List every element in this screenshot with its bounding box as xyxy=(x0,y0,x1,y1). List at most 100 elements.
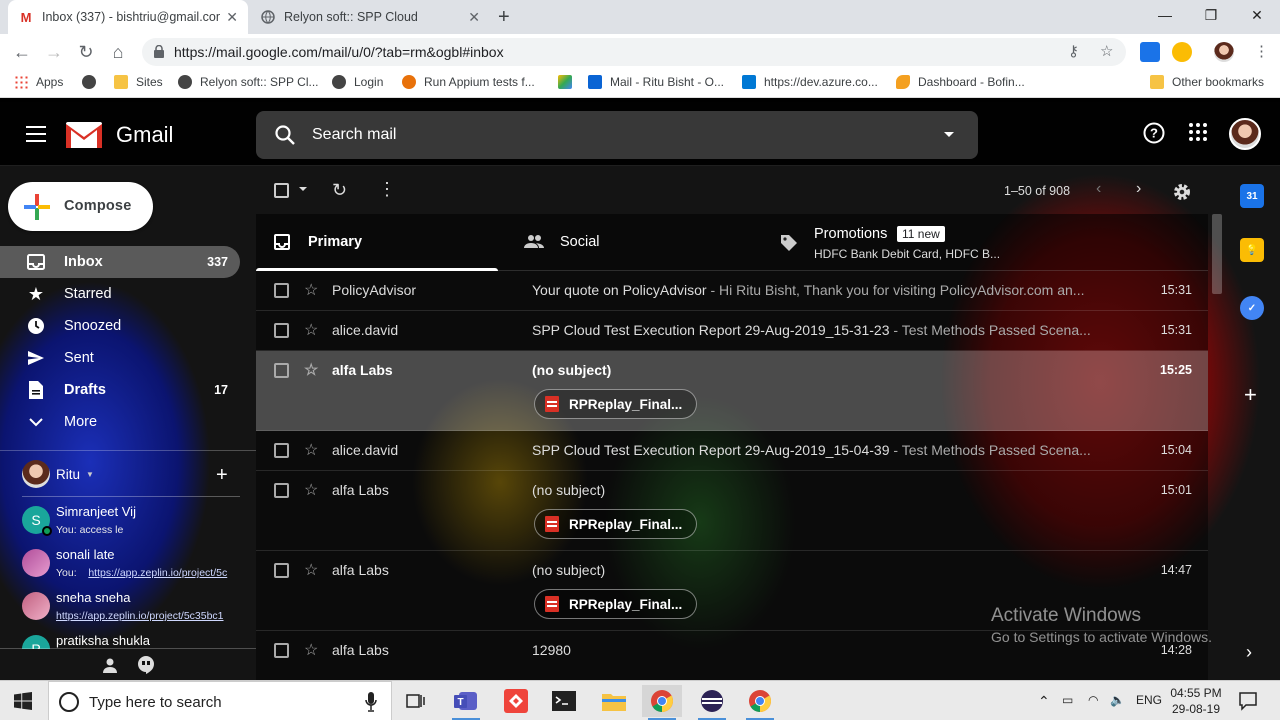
chrome-app-icon[interactable] xyxy=(642,685,682,720)
search-input[interactable] xyxy=(312,123,912,147)
address-bar[interactable]: https://mail.google.com/mail/u/0/?tab=rm… xyxy=(142,38,1126,66)
show-side-panel-icon[interactable]: › xyxy=(1246,642,1252,663)
star-icon[interactable]: ☆ xyxy=(304,560,318,580)
bookmark-globe[interactable] xyxy=(82,75,104,89)
forward-icon[interactable]: → xyxy=(42,40,66,64)
star-icon[interactable]: ☆ xyxy=(304,320,318,340)
add-addon-icon[interactable]: + xyxy=(1244,382,1257,408)
taskbar-search-input[interactable] xyxy=(89,692,359,712)
email-row[interactable]: ☆ alice.david SPP Cloud Test Execution R… xyxy=(256,431,1208,471)
star-icon[interactable]: ☆ xyxy=(304,640,318,660)
taskbar-clock[interactable]: 04:55 PM 29-08-19 xyxy=(1168,685,1224,717)
email-row[interactable]: ☆ alice.david SPP Cloud Test Execution R… xyxy=(256,311,1208,351)
bookmark-apps[interactable]: Apps xyxy=(14,75,63,89)
star-icon[interactable]: ☆ xyxy=(304,480,318,500)
maximize-icon[interactable]: ❐ xyxy=(1188,0,1234,30)
windows-start-icon[interactable] xyxy=(14,692,32,710)
browser-tab-gmail[interactable]: M Inbox (337) - bishtriu@gmail.com ✕ xyxy=(8,0,248,34)
list-scrollbar[interactable] xyxy=(1210,214,1224,680)
search-options-icon[interactable] xyxy=(944,132,954,137)
email-row[interactable]: ☆ PolicyAdvisor Your quote on PolicyAdvi… xyxy=(256,271,1208,311)
refresh-icon[interactable]: ↻ xyxy=(332,180,347,201)
task-view-icon[interactable] xyxy=(396,685,436,717)
newer-page-icon[interactable]: ‹ xyxy=(1096,180,1101,198)
message-link[interactable]: https://app.zeplin.io/project/5c35bc1 xyxy=(56,610,224,622)
compose-button[interactable]: Compose xyxy=(8,182,153,231)
tab-promotions[interactable]: Promotions xyxy=(758,214,1208,271)
hangouts-user-menu[interactable]: Ritu ▼ xyxy=(22,460,94,488)
nav-item-inbox[interactable]: Inbox 337 xyxy=(0,246,240,278)
row-checkbox[interactable] xyxy=(274,283,289,298)
taskbar-search-box[interactable] xyxy=(48,681,392,720)
bookmark-relyon[interactable]: Relyon soft:: SPP Cl... xyxy=(178,75,319,89)
select-all-checkbox[interactable] xyxy=(274,183,289,198)
hangouts-contact[interactable]: sonali late You: https://app.zeplin.io/p… xyxy=(22,547,242,587)
attachment-chip[interactable]: RPReplay_Final... xyxy=(534,509,698,539)
new-conversation-icon[interactable]: + xyxy=(216,464,228,487)
calendar-icon[interactable]: 31 xyxy=(1240,184,1264,208)
close-tab-icon[interactable]: ✕ xyxy=(226,9,238,26)
nav-item-sent[interactable]: Sent xyxy=(0,342,240,374)
hangouts-contact[interactable]: sneha sneha https://app.zeplin.io/projec… xyxy=(22,590,242,630)
terminal-app-icon[interactable] xyxy=(544,685,584,717)
main-menu-icon[interactable] xyxy=(26,126,46,142)
star-icon[interactable]: ☆ xyxy=(304,280,318,300)
close-window-icon[interactable]: ✕ xyxy=(1234,0,1280,30)
hangouts-contact[interactable]: P pratiksha shukla xyxy=(22,633,242,649)
help-icon[interactable]: ? xyxy=(1143,122,1165,144)
more-options-icon[interactable]: ⋮ xyxy=(378,179,396,200)
wifi-icon[interactable]: ◠ xyxy=(1088,693,1098,707)
anydesk-app-icon[interactable] xyxy=(496,685,536,717)
older-page-icon[interactable]: › xyxy=(1136,180,1141,198)
scrollbar-thumb[interactable] xyxy=(1212,214,1222,294)
nav-item-more[interactable]: More xyxy=(0,406,240,438)
bookmark-dashboard[interactable]: Dashboard - Bofin... xyxy=(896,75,1025,89)
keep-icon[interactable]: 💡 xyxy=(1240,238,1264,262)
tab-social[interactable]: Social xyxy=(498,214,758,271)
close-tab-icon[interactable]: ✕ xyxy=(468,9,480,26)
row-checkbox[interactable] xyxy=(274,483,289,498)
browser-tab-relyon[interactable]: Relyon soft:: SPP Cloud ✕ xyxy=(250,0,490,34)
bookmark-sites[interactable]: Sites xyxy=(114,75,163,89)
volume-icon[interactable]: 🔈 xyxy=(1110,693,1125,707)
row-checkbox[interactable] xyxy=(274,643,289,658)
attachment-chip[interactable]: RPReplay_Final... xyxy=(534,389,698,419)
bookmark-outlook[interactable]: Mail - Ritu Bisht - O... xyxy=(588,75,724,89)
email-row[interactable]: ☆ alfa Labs (no subject) 15:01 RPReplay_… xyxy=(256,471,1208,551)
search-box[interactable] xyxy=(256,111,978,159)
tab-primary[interactable]: Primary xyxy=(256,214,498,271)
home-icon[interactable]: ⌂ xyxy=(106,40,130,64)
minimize-icon[interactable]: — xyxy=(1142,0,1188,30)
back-icon[interactable]: ← xyxy=(10,40,34,64)
message-link[interactable]: https://app.zeplin.io/project/5c xyxy=(88,567,227,579)
chrome-app-icon[interactable] xyxy=(740,685,780,720)
bookmark-login[interactable]: Login xyxy=(332,75,383,89)
nav-item-snoozed[interactable]: Snoozed xyxy=(0,310,240,342)
row-checkbox[interactable] xyxy=(274,443,289,458)
google-apps-icon[interactable] xyxy=(1188,122,1208,142)
show-hidden-icons-icon[interactable]: ⌃ xyxy=(1038,693,1050,710)
bookmark-star-icon[interactable]: ☆ xyxy=(1100,42,1113,60)
hangouts-contact[interactable]: S Simranjeet Vij You: access le xyxy=(22,504,242,544)
bookmark-azure[interactable]: https://dev.azure.co... xyxy=(742,75,878,89)
reload-icon[interactable]: ↻ xyxy=(74,40,98,64)
star-icon[interactable]: ☆ xyxy=(304,440,318,460)
profile-avatar-icon[interactable] xyxy=(1214,42,1234,62)
attachment-chip[interactable]: RPReplay_Final... xyxy=(534,589,698,619)
row-checkbox[interactable] xyxy=(274,563,289,578)
bookmark-appium[interactable]: Run Appium tests f... xyxy=(402,75,535,89)
extension-icon[interactable] xyxy=(1140,42,1160,62)
select-menu-caret-icon[interactable] xyxy=(299,187,307,191)
key-icon[interactable]: ⚷ xyxy=(1068,42,1079,60)
account-avatar[interactable] xyxy=(1229,118,1261,150)
tasks-icon[interactable]: ✓ xyxy=(1240,296,1264,320)
bookmark-other[interactable]: Other bookmarks xyxy=(1150,75,1264,89)
file-explorer-icon[interactable] xyxy=(594,685,634,717)
search-icon[interactable] xyxy=(274,124,296,146)
email-row[interactable]: ☆ alfa Labs (no subject) 15:25 RPReplay_… xyxy=(256,351,1208,431)
input-language[interactable]: ENG xyxy=(1136,693,1162,707)
settings-gear-icon[interactable] xyxy=(1173,183,1191,201)
row-checkbox[interactable] xyxy=(274,323,289,338)
bookmark-drive[interactable] xyxy=(558,75,580,89)
new-tab-icon[interactable]: + xyxy=(498,6,510,29)
